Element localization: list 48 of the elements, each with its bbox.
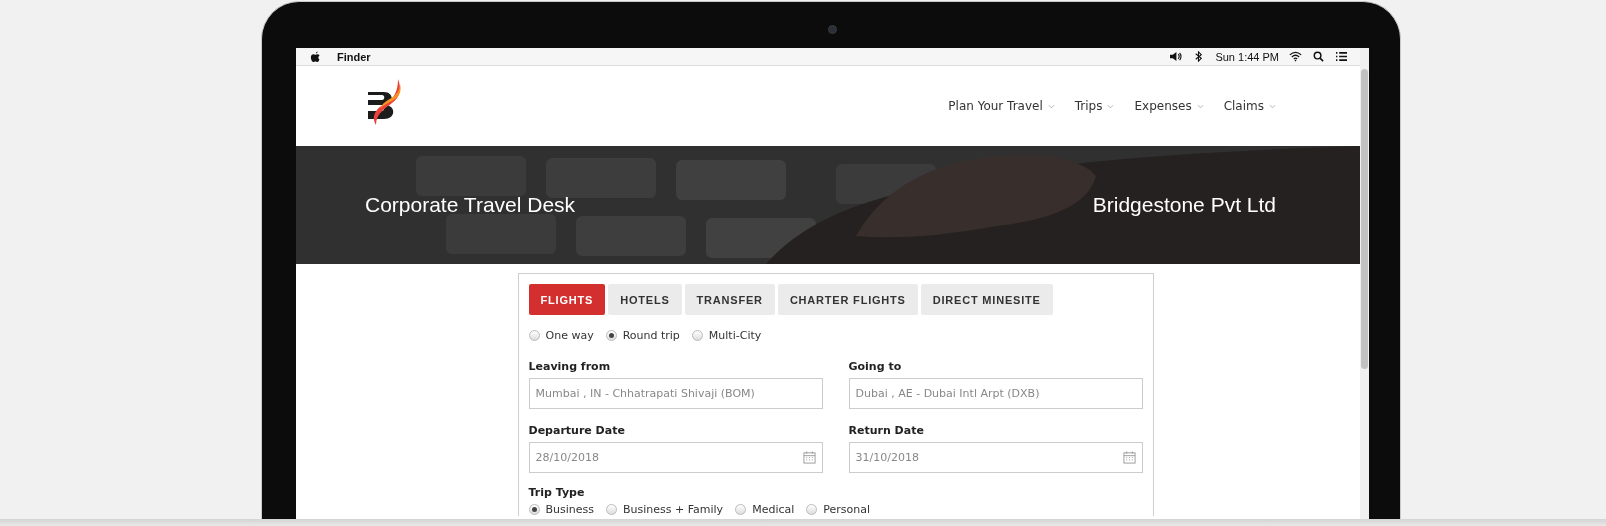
search-icon[interactable] xyxy=(1312,51,1325,62)
wifi-icon[interactable] xyxy=(1289,51,1302,62)
radio-button[interactable] xyxy=(606,504,617,515)
radio-label: Round trip xyxy=(622,329,680,342)
nav-menu-item[interactable]: Expenses xyxy=(1134,99,1204,113)
chevron-icon xyxy=(1047,103,1055,109)
chevron-icon xyxy=(1107,103,1115,109)
radio-button[interactable] xyxy=(528,330,540,341)
tab[interactable]: HOTELS xyxy=(608,284,682,315)
chevron-icon xyxy=(1196,103,1204,109)
radio-button[interactable] xyxy=(806,504,818,515)
radio-label: One way xyxy=(545,329,594,342)
radio-label: Business + Family xyxy=(623,503,724,516)
input-field[interactable]: Mumbai , IN - Chhatrapati Shivaji (BOM) xyxy=(528,378,823,409)
nav-menu-item[interactable]: Plan Your Travel xyxy=(948,99,1055,113)
apple-icon[interactable] xyxy=(310,50,321,63)
camera-icon xyxy=(828,25,837,34)
volume-icon[interactable] xyxy=(1169,51,1183,62)
field-label: Leaving from xyxy=(528,360,612,373)
scrollbar[interactable] xyxy=(1360,48,1369,519)
app-name[interactable]: Finder xyxy=(337,50,371,63)
radio-button[interactable] xyxy=(735,504,747,515)
date-field[interactable]: 31/10/2018 xyxy=(848,442,1143,473)
radio-button[interactable] xyxy=(528,504,540,515)
chevron-icon xyxy=(1269,103,1276,109)
radio-button[interactable] xyxy=(605,330,617,341)
menu-clock[interactable]: Sun 1:44 PM xyxy=(1215,50,1279,63)
tab[interactable]: TRANSFER xyxy=(684,284,775,315)
field-label: Return Date xyxy=(848,424,925,437)
radio-label: Multi-City xyxy=(708,329,762,342)
input-field[interactable]: Dubai , AE - Dubai Intl Arpt (DXB) xyxy=(848,378,1143,409)
nav-menu-item[interactable]: Trips xyxy=(1074,99,1115,113)
nav-menu-item[interactable]: Claims xyxy=(1223,99,1276,113)
radio-button[interactable] xyxy=(691,330,703,341)
tab[interactable]: CHARTER FLIGHTS xyxy=(777,284,918,315)
tab[interactable]: FLIGHTS xyxy=(528,284,606,315)
tab[interactable]: DIRECT MINESITE xyxy=(920,284,1053,315)
date-field[interactable]: 28/10/2018 xyxy=(528,442,823,473)
banner-title: Corporate Travel Desk xyxy=(365,193,576,217)
radio-label: Medical xyxy=(752,503,795,516)
company-name: Bridgestone Pvt Ltd xyxy=(1092,193,1276,217)
logo-icon[interactable] xyxy=(366,79,402,127)
radio-label: Business xyxy=(545,503,594,516)
field-label: Departure Date xyxy=(528,424,626,437)
list-icon[interactable] xyxy=(1335,51,1348,62)
radio-label: Personal xyxy=(823,503,871,516)
field-label: Going to xyxy=(848,360,903,373)
field-label: Trip Type xyxy=(528,486,586,499)
